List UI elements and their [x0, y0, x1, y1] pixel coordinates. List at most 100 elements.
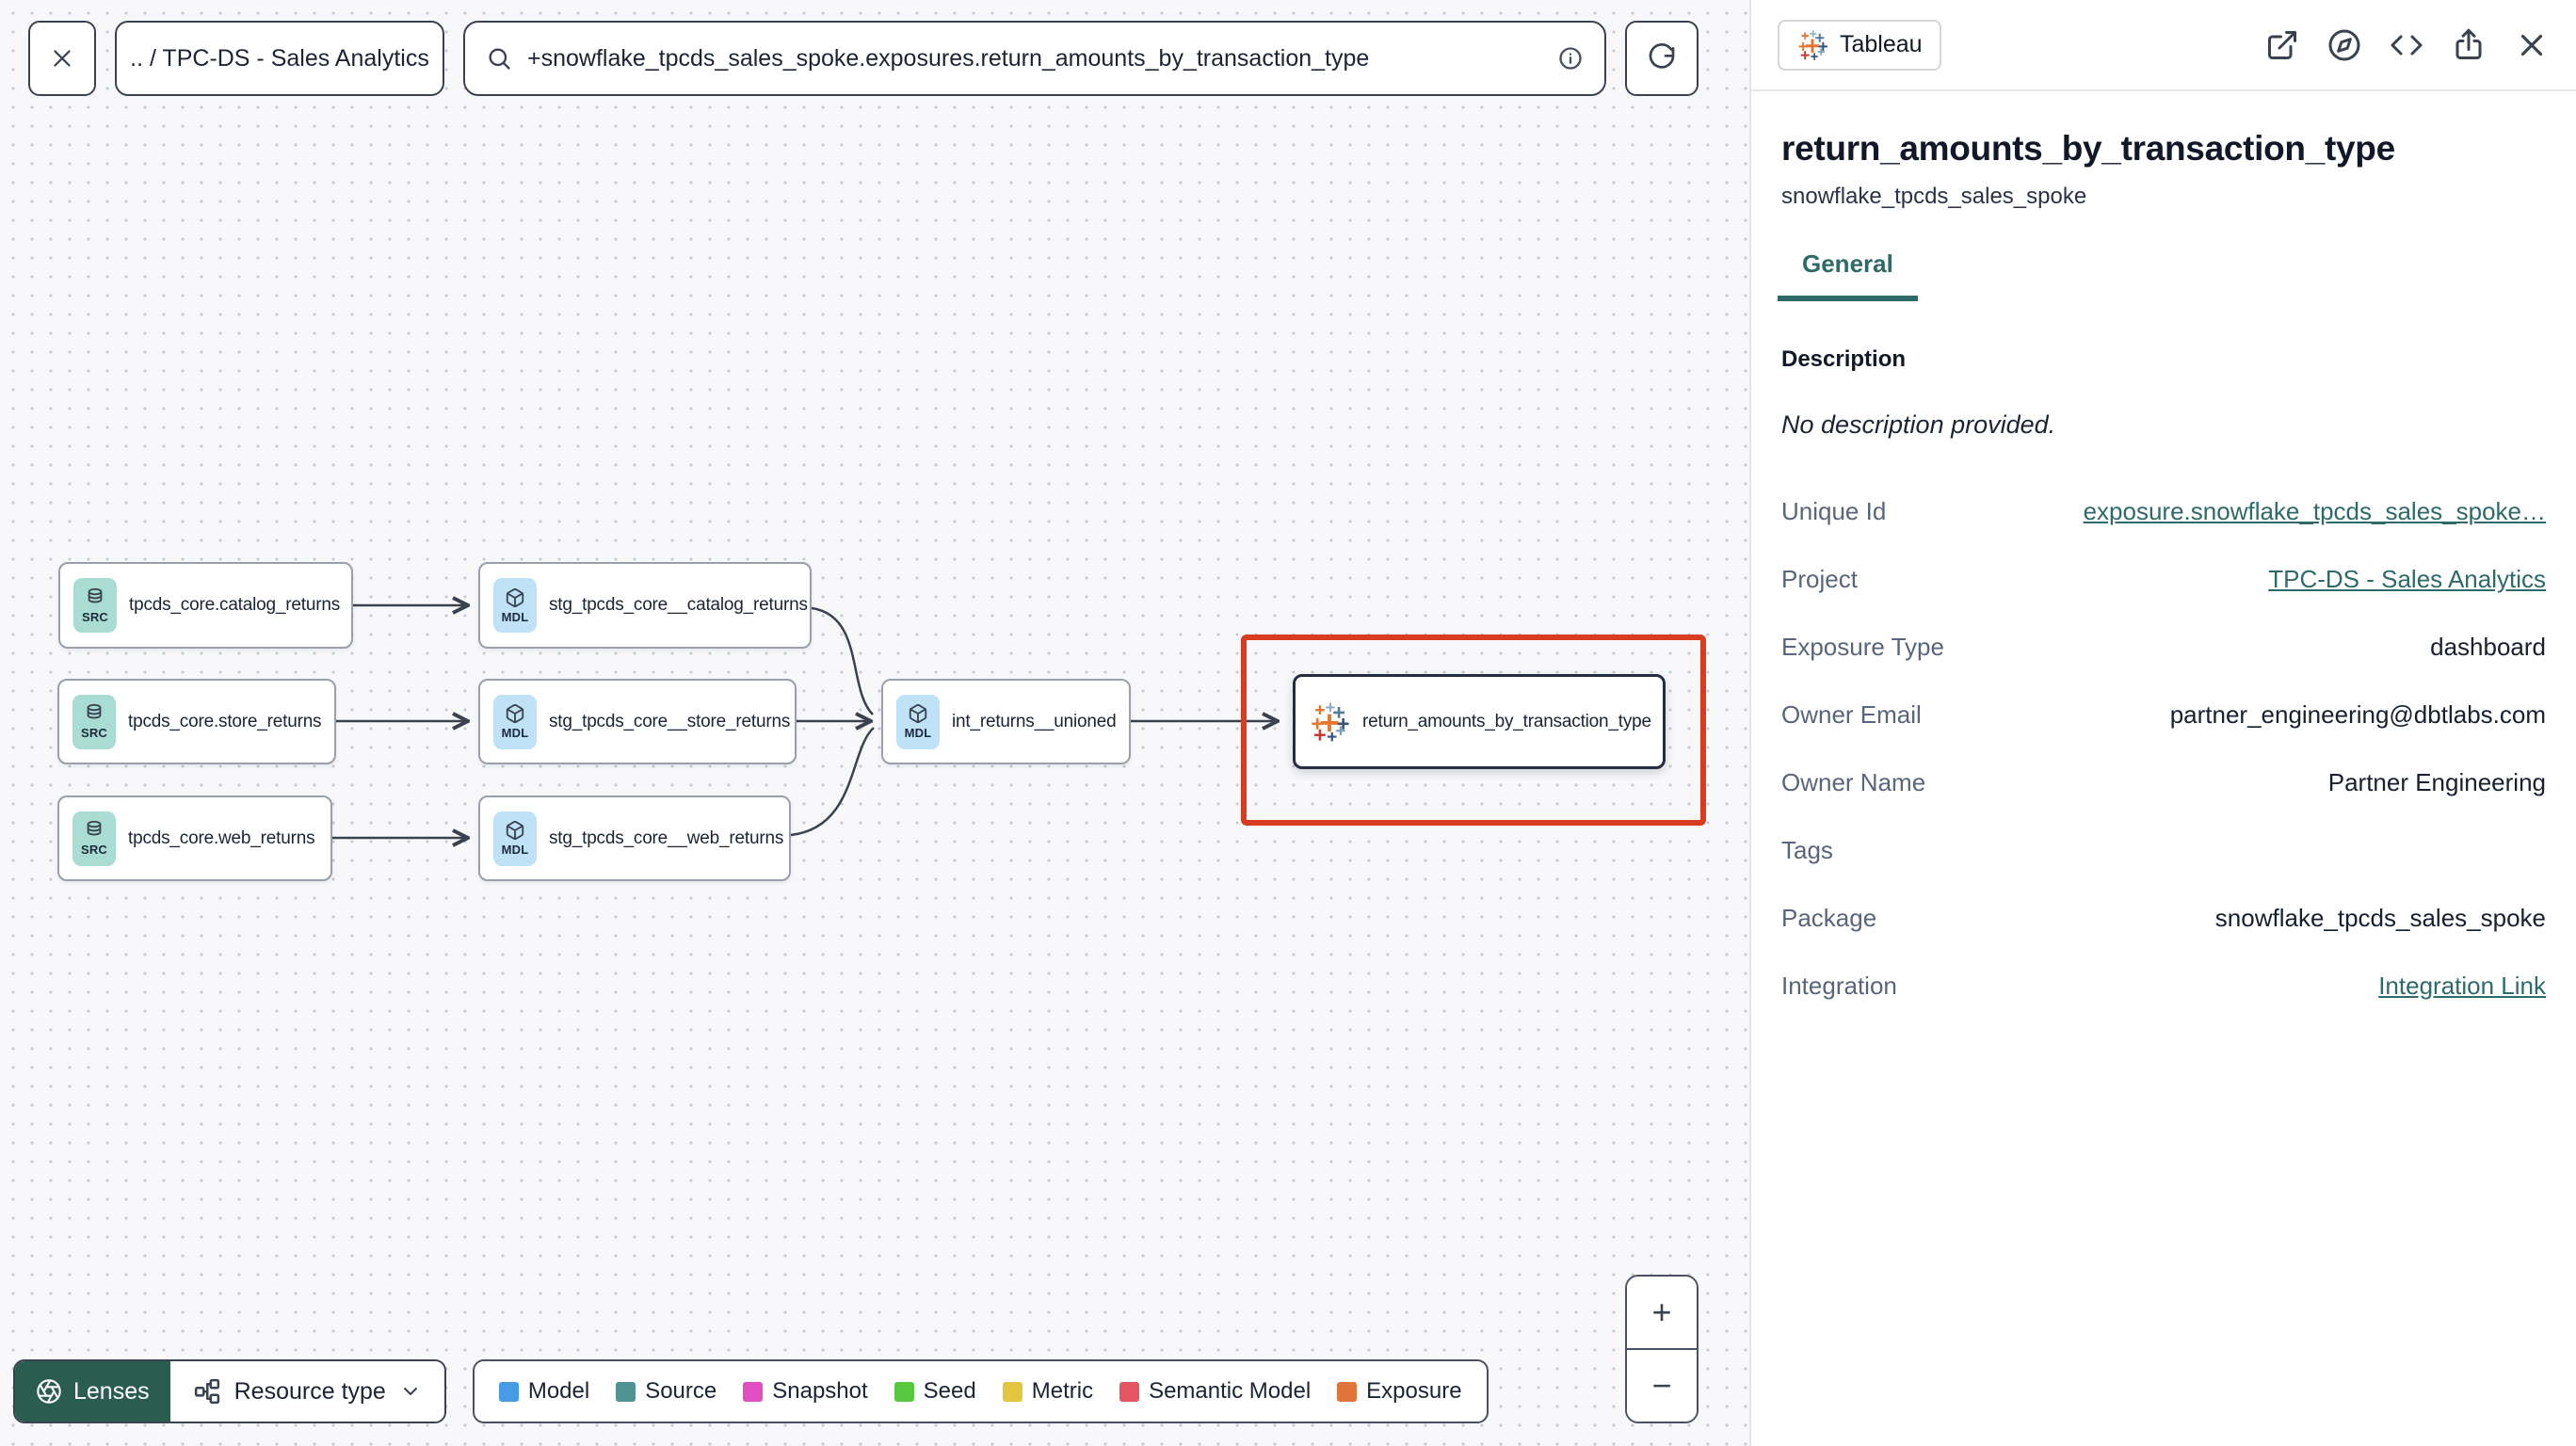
refresh-icon [1647, 43, 1677, 73]
node-model-int-returns-unioned[interactable]: MDL int_returns__unioned [881, 679, 1131, 764]
node-source-web-returns[interactable]: SRC tpcds_core.web_returns [57, 795, 332, 881]
exposure-title: return_amounts_by_transaction_type [1781, 129, 2395, 168]
details-panel: Tableau return_amounts_by_transaction_ty… [1749, 0, 2576, 1446]
node-label: stg_tpcds_core__web_returns [549, 827, 784, 848]
database-icon [84, 703, 105, 724]
zoom-controls: + − [1625, 1275, 1699, 1423]
close-icon [48, 44, 76, 72]
zoom-out-button[interactable]: − [1627, 1350, 1697, 1422]
metadata-fields: Unique Id exposure.snowflake_tpcds_sales… [1781, 477, 2546, 1020]
lineage-canvas[interactable]: SRC tpcds_core.catalog_returns MDL stg_t… [0, 0, 1749, 1446]
lenses-label: Lenses [73, 1377, 150, 1405]
integration-link[interactable]: Integration Link [2378, 972, 2546, 1001]
node-label: stg_tpcds_core__store_returns [549, 711, 791, 731]
field-row-tags: Tags [1781, 835, 1833, 864]
chevron-down-icon [399, 1380, 422, 1403]
model-badge: MDL [493, 578, 537, 633]
compass-icon[interactable] [2327, 28, 2361, 62]
node-label: int_returns__unioned [952, 711, 1117, 731]
lineage-search [463, 21, 1606, 96]
node-label: tpcds_core.catalog_returns [129, 595, 340, 615]
node-label: tpcds_core.web_returns [128, 827, 315, 848]
legend-item-snapshot: Snapshot [743, 1378, 868, 1405]
canvas-toolbar: Lenses Resource type Model Source Snapsh… [13, 1359, 1489, 1423]
package-value: snowflake_tpcds_sales_spoke [2214, 903, 2546, 932]
lenses-button[interactable]: Lenses [15, 1361, 170, 1422]
legend-item-source: Source [616, 1378, 716, 1405]
aperture-icon [36, 1378, 62, 1405]
project-link[interactable]: TPC-DS - Sales Analytics [2268, 565, 2546, 594]
tableau-icon [1796, 29, 1828, 61]
snapshot-swatch [743, 1381, 764, 1402]
node-model-stg-catalog-returns[interactable]: MDL stg_tpcds_core__catalog_returns [478, 562, 812, 649]
cube-icon [505, 703, 525, 724]
lineage-topbar: .. / TPC-DS - Sales Analytics [28, 21, 1699, 96]
field-row-project: Project TPC-DS - Sales Analytics [1781, 564, 2546, 594]
search-icon [486, 45, 512, 72]
node-source-store-returns[interactable]: SRC tpcds_core.store_returns [57, 679, 336, 764]
field-row-integration: Integration Integration Link [1781, 971, 2546, 1001]
integration-name: Tableau [1840, 31, 1923, 57]
resource-type-label: Resource type [233, 1377, 386, 1405]
breadcrumb-label: .. / TPC-DS - Sales Analytics [130, 44, 429, 72]
refresh-lineage-button[interactable] [1625, 21, 1699, 96]
field-row-package: Package snowflake_tpcds_sales_spoke [1781, 903, 2546, 932]
field-row-owner-email: Owner Email partner_engineering@dbtlabs.… [1781, 699, 2546, 729]
node-label: return_amounts_by_transaction_type [1362, 711, 1651, 731]
details-panel-header: Tableau [1751, 0, 2576, 91]
description-label: Description [1781, 346, 1907, 372]
cube-icon [505, 587, 525, 608]
metric-swatch [1002, 1381, 1022, 1402]
seed-swatch [894, 1381, 914, 1402]
semantic-model-swatch [1119, 1381, 1140, 1402]
node-label: tpcds_core.store_returns [128, 711, 322, 731]
model-badge: MDL [493, 694, 537, 749]
share-icon[interactable] [2452, 28, 2486, 62]
exposure-type-value: dashboard [2430, 632, 2546, 661]
model-swatch [498, 1381, 519, 1402]
model-badge: MDL [896, 694, 940, 749]
field-row-unique-id: Unique Id exposure.snowflake_tpcds_sales… [1781, 496, 2546, 526]
node-source-catalog-returns[interactable]: SRC tpcds_core.catalog_returns [58, 562, 353, 649]
legend-item-seed: Seed [894, 1378, 976, 1405]
panel-tabs: General [1751, 249, 2576, 301]
cube-icon [908, 703, 928, 724]
schema-icon [193, 1377, 221, 1406]
lenses-group: Lenses Resource type [13, 1359, 446, 1423]
tab-general[interactable]: General [1778, 249, 1918, 301]
zoom-in-button[interactable]: + [1627, 1277, 1697, 1350]
details-panel-body: return_amounts_by_transaction_type snowf… [1751, 129, 2576, 1020]
node-model-stg-web-returns[interactable]: MDL stg_tpcds_core__web_returns [478, 795, 791, 881]
search-input[interactable] [527, 44, 1542, 72]
description-value: No description provided. [1781, 410, 2056, 439]
database-icon [85, 587, 105, 608]
node-exposure-return-amounts[interactable]: return_amounts_by_transaction_type [1293, 674, 1666, 769]
legend-item-metric: Metric [1002, 1378, 1093, 1405]
breadcrumb[interactable]: .. / TPC-DS - Sales Analytics [115, 21, 444, 96]
exposure-swatch [1337, 1381, 1358, 1402]
info-icon[interactable] [1557, 45, 1584, 72]
field-row-owner-name: Owner Name Partner Engineering [1781, 767, 2546, 796]
database-icon [84, 820, 105, 841]
node-model-stg-store-returns[interactable]: MDL stg_tpcds_core__store_returns [478, 679, 797, 764]
panel-actions [2265, 27, 2550, 63]
source-badge: SRC [72, 811, 116, 866]
model-badge: MDL [493, 811, 537, 866]
owner-email-value: partner_engineering@dbtlabs.com [2169, 699, 2546, 729]
unique-id-link[interactable]: exposure.snowflake_tpcds_sales_spoke… [2084, 497, 2546, 526]
close-lineage-button[interactable] [28, 21, 96, 96]
legend-item-semantic-model: Semantic Model [1119, 1378, 1311, 1405]
field-row-exposure-type: Exposure Type dashboard [1781, 632, 2546, 661]
source-badge: SRC [72, 694, 116, 749]
node-label: stg_tpcds_core__catalog_returns [549, 595, 808, 615]
resource-type-dropdown[interactable]: Resource type [169, 1361, 444, 1422]
resource-legend: Model Source Snapshot Seed Metric Semant… [472, 1359, 1489, 1423]
owner-name-value: Partner Engineering [2327, 767, 2546, 796]
source-swatch [616, 1381, 636, 1402]
close-panel-icon[interactable] [2514, 27, 2550, 63]
legend-item-exposure: Exposure [1337, 1378, 1462, 1405]
external-link-icon[interactable] [2265, 28, 2299, 62]
source-badge: SRC [73, 578, 117, 633]
code-icon[interactable] [2390, 28, 2423, 62]
cube-icon [505, 820, 525, 841]
